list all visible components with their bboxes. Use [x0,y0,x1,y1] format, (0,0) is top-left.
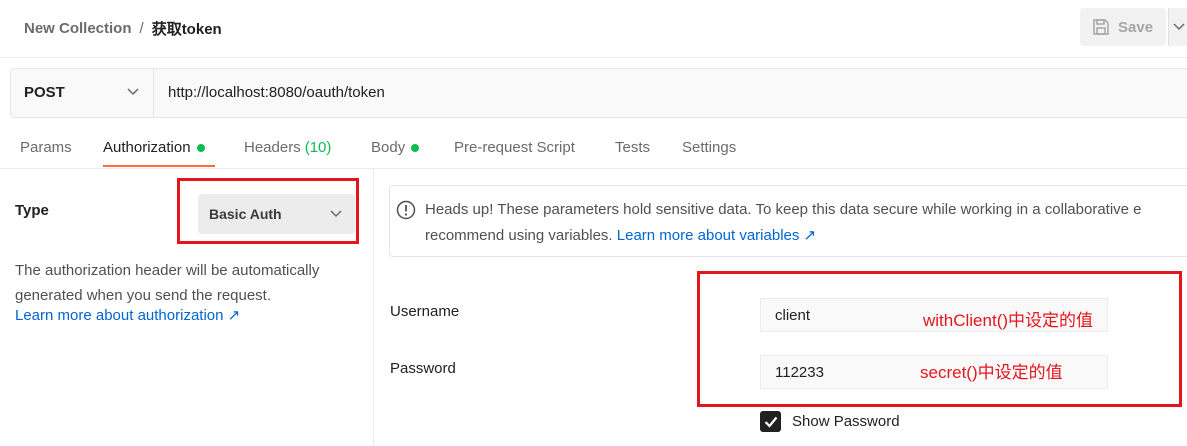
status-dot [196,143,205,152]
chevron-down-icon[interactable] [126,84,140,103]
breadcrumb-separator: / [139,20,144,37]
tab-body[interactable]: Body [371,139,420,156]
tab-pre-request-script[interactable]: Pre-request Script [454,139,575,156]
breadcrumb-collection-link[interactable]: New Collection [24,20,132,37]
info-banner [389,185,1187,257]
tab-settings[interactable]: Settings [682,139,736,156]
tab-label: Headers [244,139,301,156]
check-icon [764,416,777,428]
active-tab-indicator [103,165,215,167]
show-password-checkbox[interactable] [760,411,781,432]
tab-params[interactable]: Params [20,139,72,156]
auth-description-line: generated when you send the request. [15,287,272,304]
save-options-button[interactable] [1168,8,1187,46]
breadcrumb: New Collection / 获取token [24,18,222,39]
tab-label: Body [371,139,406,156]
status-dot [411,143,420,152]
url-input[interactable]: http://localhost:8080/oauth/token [168,84,385,101]
tab-tests[interactable]: Tests [615,139,650,156]
tab-authorization[interactable]: Authorization [103,139,205,156]
info-text: Heads up! These parameters hold sensitiv… [425,201,1142,218]
tab-label: Authorization [103,139,191,156]
headers-count: (10) [304,139,332,156]
auth-description: The authorization header will be automat… [15,258,360,308]
info-text-2: recommend using variables. Learn more ab… [425,226,816,244]
tab-label: Settings [682,139,737,156]
type-label: Type [15,202,49,219]
tabs-divider [0,168,1187,169]
pane-divider [373,169,374,446]
tab-label: Params [20,139,72,156]
request-name[interactable]: 获取token [152,18,222,39]
chevron-down-icon [1172,23,1185,31]
learn-more-variables-link[interactable]: Learn more about variables ↗ [617,227,816,244]
tab-headers[interactable]: Headers (10) [244,139,331,156]
username-label: Username [390,303,460,320]
show-password-label[interactable]: Show Password [792,413,900,430]
learn-more-authorization-link[interactable]: Learn more about authorization ↗ [15,306,240,324]
annotation-box-credentials [697,271,1182,407]
method-divider [153,69,154,117]
info-text-prefix: recommend using variables. [425,227,617,244]
save-label: Save [1118,18,1154,36]
info-icon [396,200,416,225]
tab-label: Tests [615,139,651,156]
save-button[interactable]: Save [1080,8,1166,46]
password-label: Password [390,360,456,377]
auth-description-line: The authorization header will be automat… [15,262,320,279]
method-select[interactable]: POST [24,84,65,101]
header-divider [0,57,1187,58]
save-icon [1093,19,1109,35]
annotation-box-type [177,178,359,244]
tab-label: Pre-request Script [454,139,575,156]
